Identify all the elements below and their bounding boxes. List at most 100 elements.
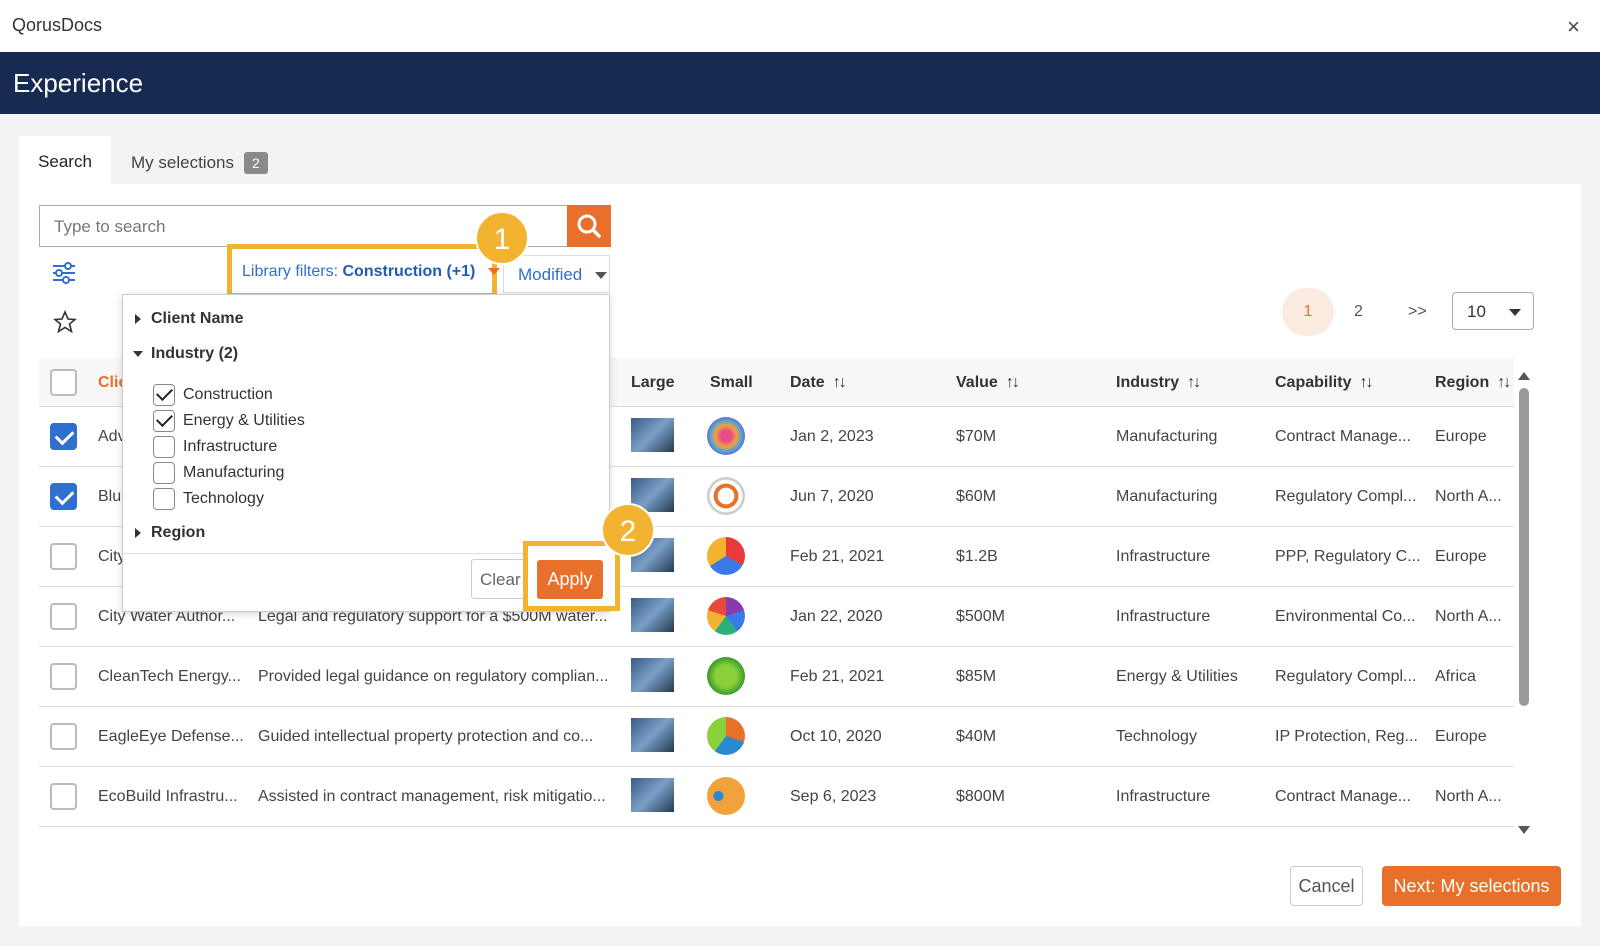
row-checkbox[interactable] bbox=[50, 723, 77, 750]
app-title: QorusDocs bbox=[12, 15, 103, 35]
next-pages-button[interactable]: >> bbox=[1408, 303, 1427, 321]
industry-option[interactable]: Manufacturing bbox=[153, 462, 284, 484]
column-region[interactable]: Region ↑↓ bbox=[1435, 374, 1511, 392]
search-button[interactable] bbox=[567, 205, 611, 247]
sort-icon: ↑↓ bbox=[1187, 374, 1201, 391]
row-checkbox[interactable] bbox=[50, 663, 77, 690]
cell-value: $85M bbox=[956, 668, 997, 685]
sort-icon: ↑↓ bbox=[832, 374, 847, 391]
cell-client: EagleEye Defense... bbox=[98, 728, 244, 745]
row-checkbox[interactable] bbox=[50, 543, 77, 570]
table-row[interactable]: EagleEye Defense... Guided intellectual p… bbox=[39, 707, 1514, 767]
industry-option[interactable]: Construction bbox=[153, 384, 273, 406]
row-checkbox[interactable] bbox=[50, 603, 77, 630]
cell-date: Sep 6, 2023 bbox=[790, 788, 877, 805]
cell-region: Europe bbox=[1435, 428, 1487, 445]
cell-date: Jan 22, 2020 bbox=[790, 608, 883, 625]
cell-capability: Contract Manage... bbox=[1275, 788, 1412, 805]
column-industry[interactable]: Industry ↑↓ bbox=[1116, 374, 1201, 392]
collapse-icon bbox=[133, 351, 143, 357]
cell-description: Assisted in contract management, risk mi… bbox=[258, 788, 606, 805]
cell-value: $800M bbox=[956, 788, 1005, 805]
option-checkbox[interactable] bbox=[153, 488, 175, 510]
small-logo-icon bbox=[707, 417, 745, 455]
scrollbar-thumb[interactable] bbox=[1519, 388, 1529, 706]
cell-capability: Contract Manage... bbox=[1275, 428, 1412, 445]
filter-group-industry[interactable]: Industry (2) bbox=[133, 345, 238, 363]
cell-capability: IP Protection, Reg... bbox=[1275, 728, 1418, 745]
row-checkbox[interactable] bbox=[50, 783, 77, 810]
cell-industry: Infrastructure bbox=[1116, 548, 1211, 565]
cell-region: North A... bbox=[1435, 788, 1502, 805]
cell-industry: Manufacturing bbox=[1116, 488, 1218, 505]
expand-icon bbox=[135, 314, 141, 324]
option-checkbox[interactable] bbox=[153, 410, 175, 432]
tab-search[interactable]: Search bbox=[19, 136, 111, 184]
cell-region: North A... bbox=[1435, 608, 1502, 625]
cell-description: Provided legal guidance on regulatory co… bbox=[258, 668, 609, 685]
apply-filters-button[interactable]: Apply bbox=[537, 560, 603, 599]
option-checkbox[interactable] bbox=[153, 436, 175, 458]
column-value[interactable]: Value ↑↓ bbox=[956, 374, 1020, 392]
cell-date: Feb 21, 2021 bbox=[790, 668, 885, 685]
option-checkbox[interactable] bbox=[153, 384, 175, 406]
small-logo-icon bbox=[707, 477, 745, 515]
page-header: Experience bbox=[0, 52, 1600, 114]
cell-region: North A... bbox=[1435, 488, 1502, 505]
cell-date: Oct 10, 2020 bbox=[790, 728, 882, 745]
industry-option[interactable]: Energy & Utilities bbox=[153, 410, 305, 432]
tab-search-label: Search bbox=[38, 152, 92, 171]
option-label: Technology bbox=[183, 490, 264, 507]
cell-region: Europe bbox=[1435, 548, 1487, 565]
small-logo-icon bbox=[707, 537, 745, 575]
cancel-button[interactable]: Cancel bbox=[1290, 866, 1363, 906]
column-date[interactable]: Date ↑↓ bbox=[790, 374, 847, 392]
cell-capability: Environmental Co... bbox=[1275, 608, 1416, 625]
column-capability[interactable]: Capability ↑↓ bbox=[1275, 374, 1373, 392]
sort-icon: ↑↓ bbox=[1359, 374, 1373, 391]
cell-value: $500M bbox=[956, 608, 1005, 625]
cell-client: Blu bbox=[98, 488, 122, 505]
page-title: Experience bbox=[13, 68, 144, 98]
large-image-thumbnail bbox=[631, 778, 674, 812]
small-logo-icon bbox=[707, 597, 745, 635]
filter-settings-icon[interactable] bbox=[52, 262, 76, 289]
chevron-down-icon bbox=[487, 268, 500, 276]
row-checkbox[interactable] bbox=[50, 423, 77, 450]
large-image-thumbnail bbox=[631, 598, 674, 632]
column-small: Small bbox=[710, 374, 753, 391]
library-filters-dropdown[interactable]: Library filters: Construction (+1) bbox=[227, 244, 500, 298]
next-my-selections-button[interactable]: Next: My selections bbox=[1382, 866, 1561, 906]
library-filters-value: Construction (+1) bbox=[342, 263, 476, 280]
industry-option[interactable]: Infrastructure bbox=[153, 436, 277, 458]
small-logo-icon bbox=[707, 717, 745, 755]
cell-industry: Technology bbox=[1116, 728, 1197, 745]
cell-industry: Infrastructure bbox=[1116, 788, 1211, 805]
sort-dropdown[interactable]: Modified bbox=[503, 255, 610, 293]
cell-value: $1.2B bbox=[956, 548, 998, 565]
search-icon bbox=[577, 214, 601, 238]
tab-my-selections[interactable]: My selections 2 bbox=[131, 136, 268, 184]
page-2-button[interactable]: 2 bbox=[1354, 303, 1363, 321]
small-logo-icon bbox=[707, 657, 745, 695]
cell-capability: Regulatory Compl... bbox=[1275, 488, 1417, 505]
row-checkbox[interactable] bbox=[50, 483, 77, 510]
per-page-select[interactable]: 10 bbox=[1452, 292, 1534, 330]
cell-date: Jun 7, 2020 bbox=[790, 488, 874, 505]
library-filters-label: Library filters: bbox=[242, 263, 339, 280]
close-icon[interactable]: × bbox=[1567, 14, 1580, 40]
filter-group-client-name[interactable]: Client Name bbox=[135, 310, 243, 328]
chevron-down-icon bbox=[595, 272, 607, 280]
cell-date: Jan 2, 2023 bbox=[790, 428, 874, 445]
selection-count-badge: 2 bbox=[243, 152, 268, 174]
favorites-star-icon[interactable] bbox=[52, 309, 78, 339]
filter-group-region[interactable]: Region bbox=[135, 524, 205, 542]
industry-option[interactable]: Technology bbox=[153, 488, 264, 510]
tab-my-selections-label: My selections bbox=[131, 153, 234, 172]
table-row[interactable]: CleanTech Energy... Provided legal guidan… bbox=[39, 647, 1514, 707]
table-row[interactable]: EcoBuild Infrastru... Assisted in contrac… bbox=[39, 767, 1514, 827]
option-checkbox[interactable] bbox=[153, 462, 175, 484]
select-all-checkbox[interactable] bbox=[50, 369, 77, 396]
page-1-button[interactable]: 1 bbox=[1282, 288, 1334, 336]
small-logo-icon bbox=[707, 777, 745, 815]
